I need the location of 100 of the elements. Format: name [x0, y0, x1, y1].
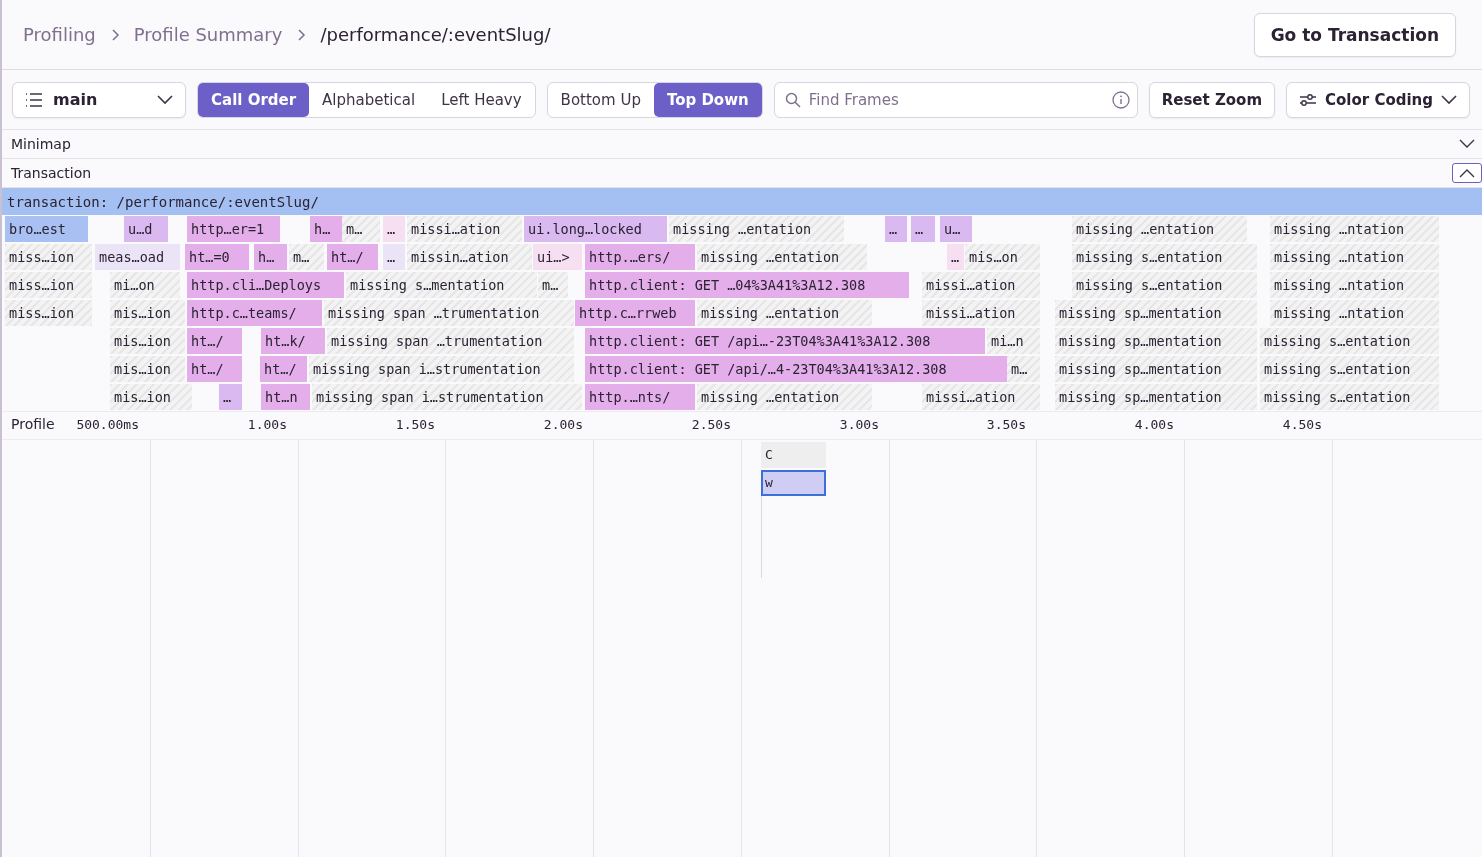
flame-frame[interactable]: mis…ion — [110, 384, 192, 410]
axis-tick-label: 4.50s — [1282, 417, 1322, 432]
list-icon — [25, 92, 43, 107]
flame-frame[interactable]: missing …entation — [697, 244, 867, 270]
flame-frame[interactable]: missing s…entation — [1260, 384, 1439, 410]
flame-frame[interactable]: missing s…entation — [1260, 356, 1439, 382]
flame-frame[interactable]: missi…ation — [922, 272, 1040, 298]
flame-frame[interactable]: missin…ation — [407, 244, 532, 270]
flame-frame[interactable]: miss…ion — [5, 272, 92, 298]
flame-frame[interactable]: … — [383, 244, 405, 270]
chevron-up-icon — [1458, 168, 1476, 178]
segment-tab[interactable]: Call Order — [198, 82, 310, 117]
flame-frame[interactable]: missing sp…mentation — [1055, 384, 1257, 410]
flame-frame[interactable]: missi…ation — [407, 216, 522, 242]
profile-label: Profile — [11, 416, 55, 432]
flame-frame[interactable]: ht…/ — [187, 356, 242, 382]
flame-frame[interactable]: ht…=0 — [185, 244, 249, 270]
thread-select[interactable]: main — [12, 81, 186, 118]
flame-frame[interactable]: missing s…entation — [1260, 328, 1439, 354]
flame-frame[interactable]: … — [911, 216, 935, 242]
flame-frame[interactable]: missing span …trumentation — [327, 328, 574, 354]
flame-frame[interactable]: miss…ion — [5, 300, 92, 326]
flame-frame[interactable]: ht…n — [261, 384, 310, 410]
flame-frame[interactable]: h… — [310, 216, 342, 242]
flame-frame[interactable]: http.client: GET /api/…4-23T04%3A41%3A12.308 — [585, 356, 1007, 382]
flame-frame[interactable]: ht…k/ — [261, 328, 325, 354]
go-to-transaction-button[interactable]: Go to Transaction — [1253, 12, 1456, 57]
flame-frame[interactable]: missing …ntation — [1270, 300, 1439, 326]
flame-frame[interactable]: u… — [940, 216, 972, 242]
profile-frame[interactable]: C — [761, 442, 826, 468]
flame-frame[interactable]: missing sp…mentation — [1055, 328, 1257, 354]
flame-frame[interactable]: missing span i…strumentation — [312, 384, 582, 410]
flame-frame[interactable]: missing s…entation — [1072, 272, 1257, 298]
flame-frame[interactable]: miss…ion — [5, 244, 92, 270]
flame-frame[interactable]: missi…ation — [922, 300, 1040, 326]
axis-tick-label: 1.50s — [395, 417, 435, 432]
sliders-icon — [1299, 92, 1318, 107]
flame-frame[interactable]: missi…ation — [922, 384, 1040, 410]
flame-frame[interactable]: http.client: GET …04%3A41%3A12.308 — [585, 272, 909, 298]
flame-frame[interactable]: http.c…teams/ — [187, 300, 322, 326]
color-coding-button[interactable]: Color Coding — [1286, 81, 1471, 118]
chevron-right-icon — [109, 28, 120, 41]
segment-tab[interactable]: Left Heavy — [428, 82, 535, 117]
flame-frame[interactable]: bro…est — [5, 216, 88, 242]
flame-frame[interactable]: ht…/ — [327, 244, 378, 270]
flame-frame[interactable]: missing …entation — [669, 216, 844, 242]
flame-frame[interactable]: … — [885, 216, 907, 242]
profile-frame[interactable]: w — [761, 470, 826, 496]
flame-frame[interactable]: missing span i…strumentation — [309, 356, 574, 382]
flame-frame[interactable]: m… — [1007, 356, 1040, 382]
flame-frame[interactable]: http.c…rrweb — [575, 300, 695, 326]
flame-frame[interactable]: ui.long…locked — [524, 216, 667, 242]
flame-frame[interactable]: http.…ers/ — [585, 244, 695, 270]
flame-frame[interactable]: mis…ion — [110, 356, 185, 382]
flame-frame[interactable]: missing …ntation — [1270, 216, 1439, 242]
flame-frame[interactable]: m… — [289, 244, 324, 270]
search-field[interactable]: Find Frames — [773, 81, 1138, 118]
flame-frame[interactable]: ht…/ — [187, 328, 242, 354]
flame-frame[interactable]: http.cli…Deploys — [187, 272, 344, 298]
flame-frame[interactable]: ui…> — [533, 244, 582, 270]
flame-frame[interactable]: missing …ntation — [1270, 244, 1439, 270]
flame-frame[interactable]: missing s…entation — [1072, 244, 1257, 270]
flame-frame[interactable]: http.client: GET /api…-23T04%3A41%3A12.308 — [585, 328, 985, 354]
axis-tick-label: 3.50s — [986, 417, 1026, 432]
breadcrumb: /performance/:eventSlug/ — [320, 24, 551, 45]
flame-frame[interactable]: missing …ntation — [1270, 272, 1439, 298]
flame-frame[interactable]: … — [219, 384, 242, 410]
flame-frame[interactable]: http…er=1 — [187, 216, 280, 242]
segment-tab[interactable]: Bottom Up — [547, 82, 654, 117]
flame-frame[interactable]: m… — [342, 216, 380, 242]
search-icon — [784, 91, 801, 108]
flame-frame[interactable]: mis…on — [965, 244, 1040, 270]
flame-frame[interactable]: missing sp…mentation — [1055, 300, 1257, 326]
flame-frame[interactable]: meas…oad — [95, 244, 180, 270]
flame-frame[interactable]: mi…on — [110, 272, 180, 298]
flame-frame[interactable]: … — [947, 244, 964, 270]
section-label: Minimap — [11, 136, 71, 152]
flame-frame[interactable]: mi…n — [987, 328, 1040, 354]
reset-zoom-button[interactable]: Reset Zoom — [1148, 81, 1276, 118]
axis-tick-label: 1.00s — [247, 417, 287, 432]
flame-frame[interactable]: missing span …trumentation — [324, 300, 574, 326]
segment-tab[interactable]: Top Down — [653, 82, 762, 117]
flame-frame[interactable]: mis…ion — [110, 328, 185, 354]
flame-frame[interactable]: missing sp…mentation — [1055, 356, 1257, 382]
flame-frame[interactable]: h… — [254, 244, 287, 270]
transaction-frame[interactable]: transaction: /performance/:eventSlug/ — [2, 188, 1482, 215]
segment-tab[interactable]: Alphabetical — [309, 82, 429, 117]
breadcrumb[interactable]: Profile Summary — [133, 24, 283, 45]
flame-frame[interactable]: u…d — [124, 216, 168, 242]
flame-frame[interactable]: missing s…mentation — [346, 272, 537, 298]
flame-frame[interactable]: … — [383, 216, 405, 242]
section-toggle[interactable] — [1452, 163, 1482, 183]
flame-frame[interactable]: http.…nts/ — [585, 384, 695, 410]
flame-frame[interactable]: ht…/ — [260, 356, 307, 382]
flame-frame[interactable]: missing …entation — [697, 384, 872, 410]
flame-frame[interactable]: missing …entation — [697, 300, 872, 326]
flame-frame[interactable]: mis…ion — [110, 300, 185, 326]
breadcrumb[interactable]: Profiling — [23, 24, 96, 45]
flame-frame[interactable]: missing …entation — [1072, 216, 1247, 242]
flame-frame[interactable]: m… — [538, 272, 568, 298]
